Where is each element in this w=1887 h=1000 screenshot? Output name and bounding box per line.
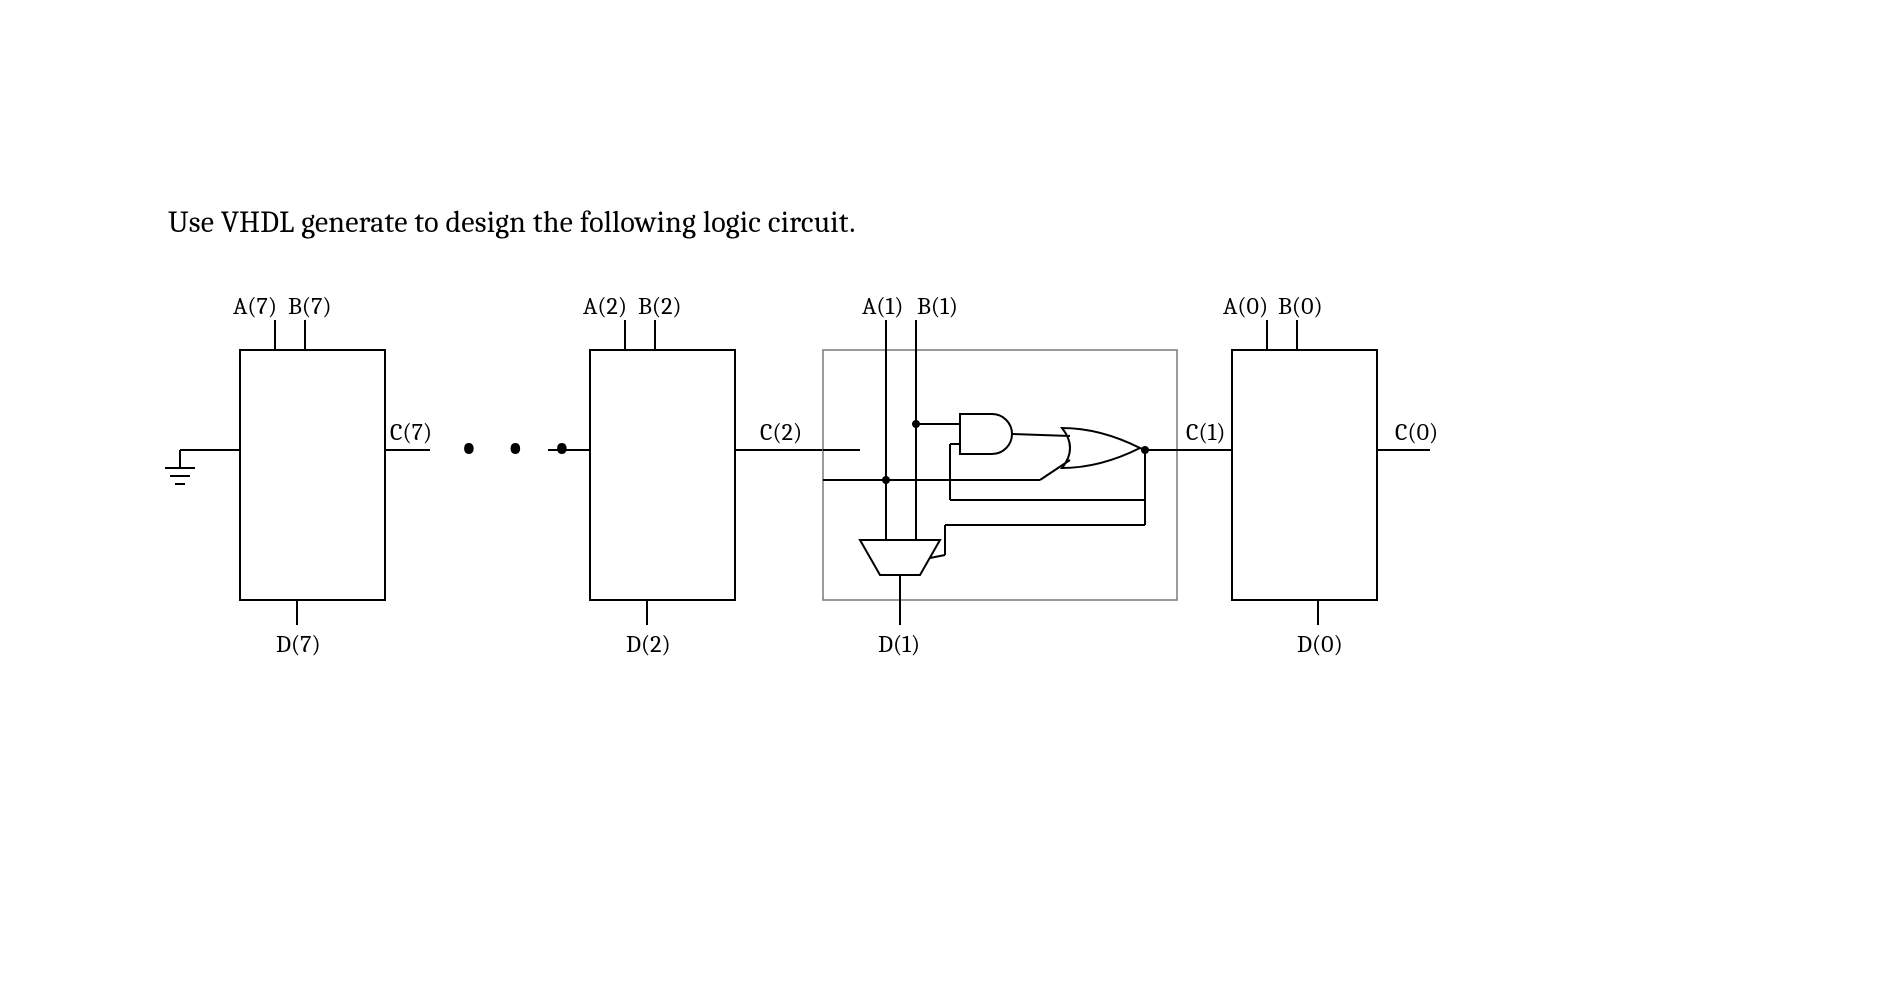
circuit-diagram: A(7) B(7) D(7) C(7) • • • A(2) bbox=[0, 0, 1887, 1000]
label-b0: B(0) bbox=[1278, 292, 1323, 320]
label-c0: C(0) bbox=[1395, 418, 1438, 446]
label-c2: C(2) bbox=[760, 418, 802, 446]
label-d7: D(7) bbox=[276, 630, 321, 658]
block-2: A(2) B(2) D(2) bbox=[548, 292, 735, 658]
label-d2: D(2) bbox=[626, 630, 671, 658]
label-a1: A(1) bbox=[862, 292, 903, 320]
ground-icon bbox=[165, 468, 195, 484]
mux-icon bbox=[860, 540, 940, 575]
label-a2: A(2) bbox=[583, 292, 627, 320]
label-b2: B(2) bbox=[638, 292, 682, 320]
label-b1: B(1) bbox=[917, 292, 958, 320]
page: Use VHDL generate to design the followin… bbox=[0, 0, 1887, 1000]
block-7: A(7) B(7) D(7) C(7) bbox=[165, 292, 432, 658]
block-1-expanded: C(2) A(1) B(1) C(1) bbox=[735, 292, 1232, 658]
label-b7: B(7) bbox=[288, 292, 332, 320]
or-gate-icon bbox=[1062, 428, 1140, 468]
block-0: A(0) B(0) D(0) C(0) bbox=[1177, 292, 1438, 658]
label-c7: C(7) bbox=[390, 418, 432, 446]
ellipsis: • • • bbox=[460, 424, 581, 470]
label-c1: C(1) bbox=[1186, 418, 1225, 446]
label-a0: A(0) bbox=[1223, 292, 1268, 320]
label-d1: D(1) bbox=[878, 630, 920, 658]
and-gate-icon bbox=[960, 414, 1012, 454]
label-d0: D(0) bbox=[1297, 630, 1343, 658]
label-a7: A(7) bbox=[233, 292, 277, 320]
